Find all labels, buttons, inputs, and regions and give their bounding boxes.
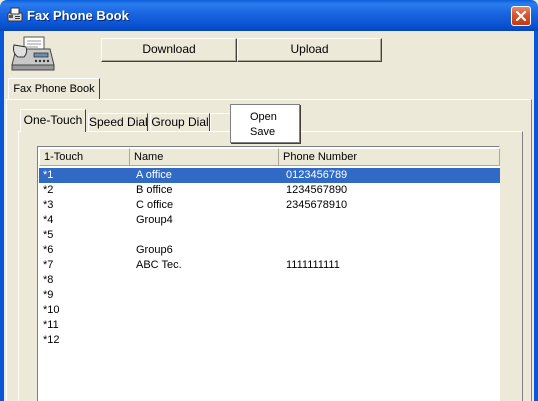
row-phone-cell: 0123456789 xyxy=(286,169,348,181)
row-name-cell: A office xyxy=(136,169,172,181)
tab-fax-phone-book[interactable]: Fax Phone Book xyxy=(8,78,100,99)
table-row[interactable]: *11 xyxy=(39,318,500,333)
fax-app-icon xyxy=(6,6,24,24)
window-title: Fax Phone Book xyxy=(27,8,129,23)
table-row[interactable]: *8 xyxy=(39,273,500,288)
table-row[interactable]: *12 xyxy=(39,333,500,348)
row-phone-cell: 1111111111 xyxy=(286,259,340,271)
table-row[interactable]: *4 Group4 xyxy=(39,213,500,228)
row-phone-cell: 1234567890 xyxy=(286,184,348,196)
row-id-cell: *6 xyxy=(43,244,54,256)
table-row[interactable]: *2 B office 1234567890 xyxy=(39,183,500,198)
table-row[interactable]: *9 xyxy=(39,288,500,303)
row-phone-cell: 2345678910 xyxy=(286,199,348,211)
phone-book-list[interactable]: 1-Touch Name Phone Number *1 A office 0123… xyxy=(37,146,500,401)
tab-group-dial[interactable]: Group Dial xyxy=(150,113,210,132)
column-header-name[interactable]: Name xyxy=(130,148,279,166)
row-id-cell: *8 xyxy=(43,274,54,286)
window-frame-right xyxy=(534,31,538,401)
upload-button[interactable]: Upload xyxy=(237,38,382,62)
row-id-cell: *2 xyxy=(43,184,54,196)
close-icon xyxy=(515,10,527,22)
table-row[interactable]: *3 C office 2345678910 xyxy=(39,198,500,213)
row-name-cell: Group4 xyxy=(136,214,173,226)
fax-machine-icon xyxy=(10,35,56,73)
column-header-phone-number[interactable]: Phone Number xyxy=(279,148,500,166)
menu-item-save[interactable]: Save xyxy=(250,126,275,138)
window-frame-left xyxy=(0,31,4,401)
close-button[interactable] xyxy=(511,6,531,26)
download-button[interactable]: Download xyxy=(101,38,237,62)
context-menu: Open Save xyxy=(230,104,300,143)
row-name-cell: ABC Tec. xyxy=(136,259,182,271)
row-id-cell: *12 xyxy=(43,334,60,346)
tab-one-touch[interactable]: One-Touch xyxy=(20,109,86,132)
tab-speed-dial[interactable]: Speed Dial xyxy=(88,113,148,132)
row-id-cell: *4 xyxy=(43,214,54,226)
row-id-cell: *7 xyxy=(43,259,54,271)
row-name-cell: Group6 xyxy=(136,244,173,256)
row-id-cell: *10 xyxy=(43,304,60,316)
table-row[interactable]: *7 ABC Tec. 1111111111 xyxy=(39,258,500,273)
table-row[interactable]: *10 xyxy=(39,303,500,318)
menu-item-open[interactable]: Open xyxy=(250,111,277,123)
row-id-cell: *9 xyxy=(43,289,54,301)
row-id-cell: *5 xyxy=(43,229,54,241)
row-id-cell: *3 xyxy=(43,199,54,211)
table-row[interactable]: *6 Group6 xyxy=(39,243,500,258)
column-header-1-touch[interactable]: 1-Touch xyxy=(39,148,130,166)
row-name-cell: B office xyxy=(136,184,173,196)
row-id-cell: *11 xyxy=(43,319,59,331)
row-id-cell: *1 xyxy=(43,169,54,181)
table-row[interactable]: *1 A office 0123456789 xyxy=(39,168,500,183)
row-name-cell: C office xyxy=(136,199,174,211)
table-row[interactable]: *5 xyxy=(39,228,500,243)
